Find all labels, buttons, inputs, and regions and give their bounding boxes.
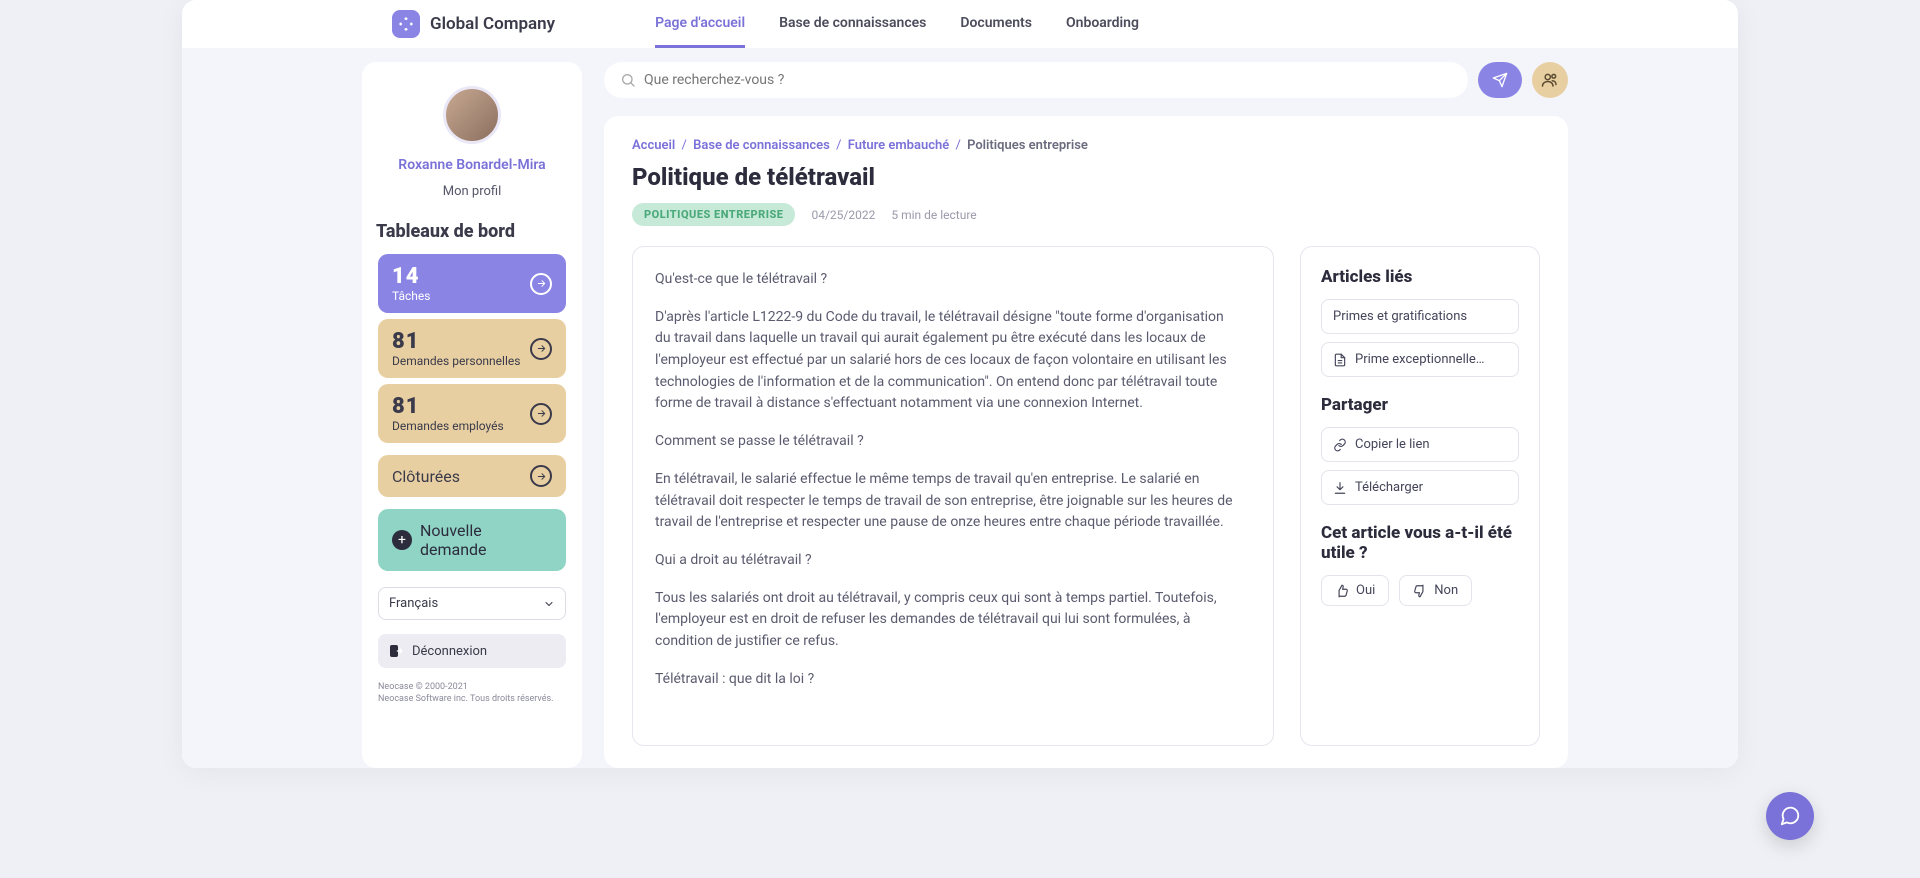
- dash-label: Demandes personnelles: [392, 354, 520, 368]
- nav-link-1[interactable]: Base de connaissances: [779, 1, 926, 48]
- avatar[interactable]: [443, 86, 501, 144]
- breadcrumb-item[interactable]: Base de connaissances: [693, 138, 830, 153]
- dash-card-2[interactable]: 81Demandes employés: [378, 384, 566, 443]
- logout-icon: [388, 643, 404, 659]
- related-article-1[interactable]: Prime exceptionnelle…: [1321, 342, 1519, 377]
- article-paragraph: Qu'est-ce que le télétravail ?: [655, 269, 1239, 291]
- vote-yes-button[interactable]: Oui: [1321, 575, 1389, 606]
- related-article-0[interactable]: Primes et gratifications: [1321, 299, 1519, 334]
- language-select[interactable]: Français: [378, 587, 566, 620]
- new-request-label: Nouvelle demande: [420, 521, 552, 559]
- search-box[interactable]: [604, 62, 1468, 98]
- useful-title: Cet article vous a-t-il été utile ?: [1321, 523, 1519, 563]
- brand-label: Global Company: [430, 14, 555, 34]
- top-nav: Global Company Page d'accueil Base de con…: [182, 0, 1738, 48]
- arrow-right-icon: [530, 273, 552, 295]
- article-paragraph: En télétravail, le salarié effectue le m…: [655, 469, 1239, 534]
- search-row: [604, 62, 1568, 98]
- dash-count: 81: [392, 394, 504, 419]
- footer-copyright: Neocase © 2000-2021 Neocase Software inc…: [378, 682, 566, 705]
- dash-card-0[interactable]: 14Tâches: [378, 254, 566, 313]
- brand[interactable]: Global Company: [392, 10, 555, 38]
- article-paragraph: Tous les salariés ont droit au télétrava…: [655, 588, 1239, 653]
- aside-panel: Articles liés Primes et gratifications Pr…: [1300, 246, 1540, 746]
- dash-closed-label: Clôturées: [392, 467, 460, 486]
- my-profile-link[interactable]: Mon profil: [378, 184, 566, 199]
- send-button[interactable]: [1478, 62, 1522, 98]
- chat-icon: [1779, 805, 1801, 827]
- plus-icon: +: [392, 530, 412, 550]
- user-name[interactable]: Roxanne Bonardel-Mira: [378, 156, 566, 174]
- article-paragraph: Comment se passe le télétravail ?: [655, 431, 1239, 453]
- vote-no-button[interactable]: Non: [1399, 575, 1472, 606]
- breadcrumb-item[interactable]: Accueil: [632, 138, 675, 153]
- chat-fab[interactable]: [1766, 792, 1814, 840]
- logout-button[interactable]: Déconnexion: [378, 634, 566, 668]
- page-title: Politique de télétravail: [632, 163, 1540, 191]
- nav-link-2[interactable]: Documents: [960, 1, 1032, 48]
- thumbs-up-icon: [1335, 584, 1349, 598]
- chevron-down-icon: [543, 598, 555, 610]
- breadcrumb-item[interactable]: Future embauché: [848, 138, 950, 153]
- dash-card-1[interactable]: 81Demandes personnelles: [378, 319, 566, 378]
- users-icon: [1541, 71, 1559, 89]
- arrow-right-icon: [530, 465, 552, 487]
- dash-label: Tâches: [392, 289, 430, 303]
- dash-count: 81: [392, 329, 520, 354]
- new-request-button[interactable]: + Nouvelle demande: [378, 509, 566, 571]
- article-body: Qu'est-ce que le télétravail ? D'après l'…: [632, 246, 1274, 746]
- meta-row: POLITIQUES ENTREPRISE 04/25/2022 5 min d…: [632, 203, 1540, 226]
- search-input[interactable]: [644, 72, 1452, 88]
- dash-label: Demandes employés: [392, 419, 504, 433]
- dash-count: 14: [392, 264, 430, 289]
- read-time: 5 min de lecture: [891, 208, 976, 222]
- sidebar: Roxanne Bonardel-Mira Mon profil Tableau…: [362, 62, 582, 768]
- users-button[interactable]: [1532, 62, 1568, 98]
- download-icon: [1333, 481, 1347, 495]
- nav-link-3[interactable]: Onboarding: [1066, 1, 1139, 48]
- document-icon: [1333, 353, 1347, 367]
- arrow-right-icon: [530, 403, 552, 425]
- arrow-right-icon: [530, 338, 552, 360]
- thumbs-down-icon: [1413, 584, 1427, 598]
- breadcrumb-item: Politiques entreprise: [967, 138, 1088, 153]
- article-date: 04/25/2022: [811, 208, 875, 222]
- send-icon: [1492, 72, 1508, 88]
- logo-icon: [392, 10, 420, 38]
- logout-label: Déconnexion: [412, 644, 487, 659]
- dashboards-title: Tableaux de bord: [376, 221, 566, 242]
- category-tag[interactable]: POLITIQUES ENTREPRISE: [632, 203, 795, 226]
- article-paragraph: Qui a droit au télétravail ?: [655, 550, 1239, 572]
- nav-links: Page d'accueil Base de connaissances Docum…: [655, 1, 1139, 48]
- link-icon: [1333, 438, 1347, 452]
- share-title: Partager: [1321, 395, 1519, 415]
- share-action-1[interactable]: Télécharger: [1321, 470, 1519, 505]
- article-paragraph: D'après l'article L1222-9 du Code du tra…: [655, 307, 1239, 415]
- related-title: Articles liés: [1321, 267, 1519, 287]
- content-panel: Accueil / Base de connaissances / Future…: [604, 116, 1568, 768]
- nav-link-0[interactable]: Page d'accueil: [655, 1, 745, 48]
- breadcrumb: Accueil / Base de connaissances / Future…: [632, 138, 1540, 153]
- dash-closed[interactable]: Clôturées: [378, 455, 566, 497]
- share-action-0[interactable]: Copier le lien: [1321, 427, 1519, 462]
- article-scroll[interactable]: Qu'est-ce que le télétravail ? D'après l'…: [655, 269, 1257, 723]
- language-label: Français: [389, 596, 438, 611]
- search-icon: [620, 72, 636, 88]
- article-paragraph: Télétravail : que dit la loi ?: [655, 669, 1239, 691]
